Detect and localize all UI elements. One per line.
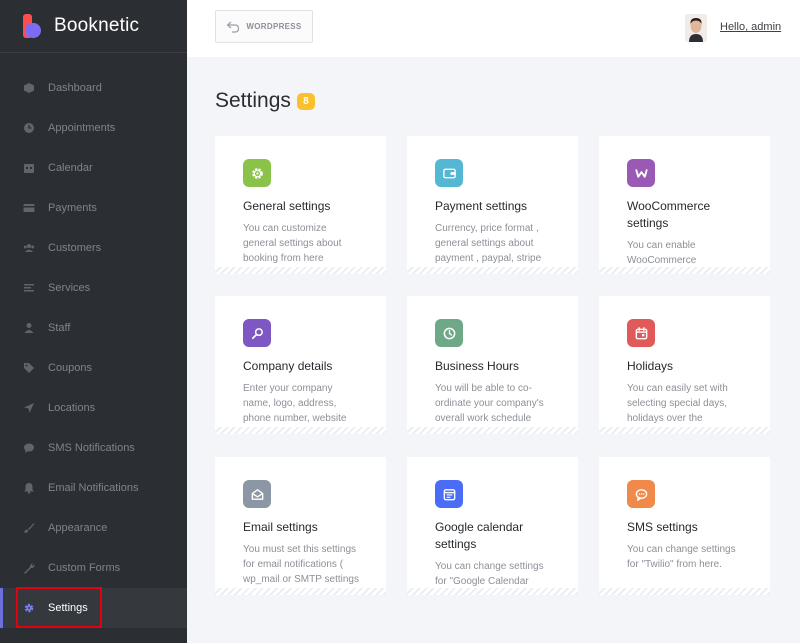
card-title: Company details bbox=[243, 359, 333, 373]
location-arrow-icon bbox=[23, 402, 35, 414]
company-icon bbox=[243, 319, 271, 347]
card-description: You can change settings for "Twilio" from… bbox=[627, 544, 736, 570]
sidebar-item-label: Payments bbox=[48, 202, 97, 214]
sidebar-item-staff[interactable]: Staff bbox=[0, 308, 187, 348]
card-description: You can easily set with selecting special… bbox=[627, 383, 728, 424]
brush-icon bbox=[23, 522, 35, 534]
company-details-card[interactable]: Company details Enter your company name, … bbox=[215, 296, 386, 434]
sidebar-item-email-notifications[interactable]: Email Notifications bbox=[0, 468, 187, 508]
sidebar-item-payments[interactable]: Payments bbox=[0, 188, 187, 228]
settings-highlight-box bbox=[16, 587, 102, 628]
cube-icon bbox=[23, 82, 35, 94]
clock-icon bbox=[23, 122, 35, 134]
payment-settings-card[interactable]: Payment settings Currency, price format … bbox=[407, 136, 578, 274]
wrench-icon bbox=[23, 562, 35, 574]
sidebar-item-label: Staff bbox=[48, 322, 71, 334]
card-title: WooCommerce settings bbox=[627, 199, 711, 230]
card-title: General settings bbox=[243, 199, 331, 213]
sidebar-item-label: Coupons bbox=[48, 362, 93, 374]
avatar[interactable] bbox=[685, 14, 707, 42]
google-calendar-icon bbox=[435, 480, 463, 508]
sidebar-item-label: SMS Notifications bbox=[48, 442, 135, 454]
top-header: WORDPRESS Hello, admin bbox=[187, 0, 800, 57]
holidays-card[interactable]: Holidays You can easily set with selectin… bbox=[599, 296, 770, 434]
sidebar-item-coupons[interactable]: Coupons bbox=[0, 348, 187, 388]
list-icon bbox=[23, 282, 35, 294]
business-hours-card[interactable]: Business Hours You will be able to co-or… bbox=[407, 296, 578, 434]
card-description: You will be able to co-ordinate your com… bbox=[435, 383, 544, 424]
card-description: Enter your company name, logo, address, ph… bbox=[243, 383, 347, 424]
card-title: SMS settings bbox=[627, 520, 698, 534]
sms-settings-card[interactable]: SMS settings You can change settings for … bbox=[599, 457, 770, 595]
card-title: Email settings bbox=[243, 520, 318, 534]
sidebar-item-label: Locations bbox=[48, 402, 96, 414]
sidebar-item-services[interactable]: Services bbox=[0, 268, 187, 308]
card-title: Payment settings bbox=[435, 199, 528, 213]
sidebar-item-appearance[interactable]: Appearance bbox=[0, 508, 187, 548]
sidebar-item-label: Custom Forms bbox=[48, 562, 121, 574]
sidebar-item-label: Dashboard bbox=[48, 82, 102, 94]
settings-count-badge: 8 bbox=[296, 92, 315, 110]
sidebar-item-label: Appearance bbox=[48, 522, 108, 534]
user-icon bbox=[23, 322, 35, 334]
sms-icon bbox=[627, 480, 655, 508]
gear-icon bbox=[243, 159, 271, 187]
page-title-text: Settings bbox=[215, 89, 291, 112]
sidebar-item-custom-forms[interactable]: Custom Forms bbox=[0, 548, 187, 588]
google-calendar-settings-card[interactable]: Google calendar settings You can change s… bbox=[407, 457, 578, 595]
envelope-icon bbox=[243, 480, 271, 508]
email-settings-card[interactable]: Email settings You must set this setting… bbox=[215, 457, 386, 595]
bell-icon bbox=[23, 482, 35, 494]
wordpress-back-button[interactable]: WORDPRESS bbox=[215, 10, 313, 43]
card-title: Business Hours bbox=[435, 359, 520, 373]
card-description: You can change settings for "Google Calen… bbox=[435, 561, 544, 587]
calendar-icon bbox=[627, 319, 655, 347]
sidebar-item-sms-notifications[interactable]: SMS Notifications bbox=[0, 428, 187, 468]
comment-icon bbox=[23, 442, 35, 454]
card-description: Currency, price format , general settings… bbox=[435, 223, 542, 264]
sidebar-item-appointments[interactable]: Appointments bbox=[0, 108, 187, 148]
back-arrow-icon bbox=[226, 21, 240, 33]
general-settings-card[interactable]: General settings You can customize genera… bbox=[215, 136, 386, 274]
sidebar-item-label: Customers bbox=[48, 242, 102, 254]
card-description: You must set this settings for email noti… bbox=[243, 544, 359, 585]
sidebar: Booknetic Dashboard Appointments Calenda… bbox=[0, 0, 187, 643]
brand[interactable]: Booknetic bbox=[0, 0, 187, 53]
tag-icon bbox=[23, 362, 35, 374]
card-title: Google calendar settings bbox=[435, 520, 524, 551]
sidebar-item-dashboard[interactable]: Dashboard bbox=[0, 68, 187, 108]
card-description: You can enable WooCommerce bbox=[627, 240, 697, 266]
sidebar-item-label: Appointments bbox=[48, 122, 116, 134]
woocommerce-settings-card[interactable]: WooCommerce settings You can enable WooCom… bbox=[599, 136, 770, 274]
card-title: Holidays bbox=[627, 359, 674, 373]
user-greeting-link[interactable]: Hello, admin bbox=[720, 21, 781, 33]
sidebar-item-label: Email Notifications bbox=[48, 482, 139, 494]
page-title: Settings 8 bbox=[215, 89, 315, 113]
sidebar-item-calendar[interactable]: Calendar bbox=[0, 148, 187, 188]
sidebar-item-label: Services bbox=[48, 282, 91, 294]
woocommerce-icon bbox=[627, 159, 655, 187]
wordpress-label: WORDPRESS bbox=[246, 22, 302, 31]
users-icon bbox=[23, 242, 35, 254]
sidebar-menu: Dashboard Appointments Calendar Payments… bbox=[0, 68, 187, 628]
calendar-icon bbox=[23, 162, 35, 174]
sidebar-item-locations[interactable]: Locations bbox=[0, 388, 187, 428]
sidebar-item-label: Calendar bbox=[48, 162, 93, 174]
brand-name: Booknetic bbox=[54, 15, 140, 36]
booknetic-logo-icon bbox=[23, 14, 43, 38]
sidebar-item-customers[interactable]: Customers bbox=[0, 228, 187, 268]
clock-icon bbox=[435, 319, 463, 347]
credit-card-icon bbox=[23, 202, 35, 214]
wallet-icon bbox=[435, 159, 463, 187]
card-description: You can customize general settings about b… bbox=[243, 223, 342, 264]
